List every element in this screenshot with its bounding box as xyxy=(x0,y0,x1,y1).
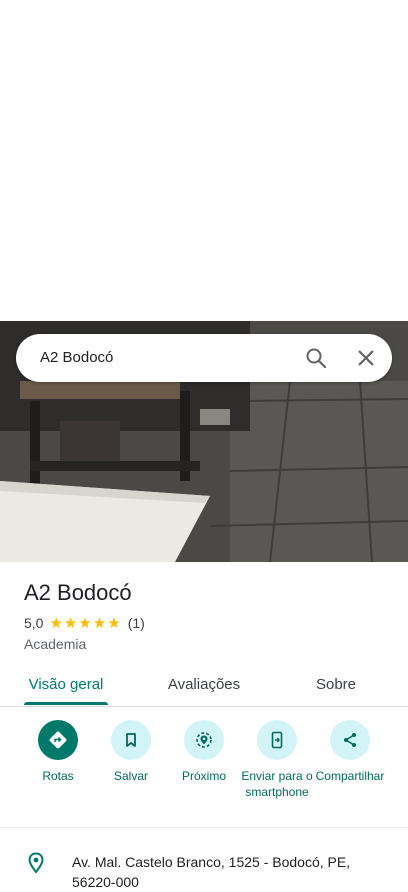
save-label: Salvar xyxy=(113,769,148,783)
location-pin-icon xyxy=(28,852,44,874)
search-bar[interactable]: A2 Bodocó xyxy=(16,334,392,382)
directions-icon xyxy=(38,720,78,760)
directions-label: Rotas xyxy=(42,769,74,783)
share-label: Compartilhar xyxy=(315,769,385,783)
review-count[interactable]: (1) xyxy=(128,615,145,631)
blank-top-area xyxy=(0,0,408,321)
close-icon[interactable] xyxy=(354,346,378,370)
directions-button[interactable]: Rotas xyxy=(18,720,98,784)
address-text: Av. Mal. Castelo Branco, 1525 - Bodocó, … xyxy=(72,854,351,890)
star-icon: ★ xyxy=(92,614,107,632)
action-buttons: Rotas Salvar Próximo Enviar para o smart… xyxy=(0,720,408,820)
star-icon: ★ xyxy=(78,614,92,632)
search-input[interactable]: A2 Bodocó xyxy=(40,349,113,366)
rating-value: 5,0 xyxy=(24,615,44,631)
share-button[interactable]: Compartilhar xyxy=(310,720,390,784)
address-row[interactable]: Av. Mal. Castelo Branco, 1525 - Bodocó, … xyxy=(0,844,408,890)
active-tab-indicator xyxy=(24,702,108,705)
tab-bar: Visão geral Avaliações Sobre xyxy=(0,664,408,707)
section-divider xyxy=(0,827,408,828)
send-to-phone-label: Enviar para o smartphone xyxy=(241,769,313,799)
nearby-icon xyxy=(184,720,224,760)
send-to-phone-icon xyxy=(257,720,297,760)
nearby-button[interactable]: Próximo xyxy=(164,720,244,784)
tab-reviews[interactable]: Avaliações xyxy=(160,676,248,693)
share-icon xyxy=(330,720,370,760)
send-to-phone-button[interactable]: Enviar para o smartphone xyxy=(237,720,317,800)
star-icon: ★ xyxy=(107,614,121,632)
star-rating: ★ ★ ★ ★ ★ xyxy=(49,616,121,631)
place-category[interactable]: Academia xyxy=(24,636,86,652)
place-title: A2 Bodocó xyxy=(24,580,132,605)
rating-row[interactable]: 5,0 ★ ★ ★ ★ ★ (1) xyxy=(24,614,145,632)
search-icon[interactable] xyxy=(304,346,328,370)
tab-about[interactable]: Sobre xyxy=(300,676,372,693)
star-icon: ★ xyxy=(63,614,78,632)
bookmark-icon xyxy=(111,720,151,760)
tab-overview[interactable]: Visão geral xyxy=(24,676,108,693)
star-icon: ★ xyxy=(49,614,63,632)
save-button[interactable]: Salvar xyxy=(91,720,171,784)
nearby-label: Próximo xyxy=(181,769,226,783)
